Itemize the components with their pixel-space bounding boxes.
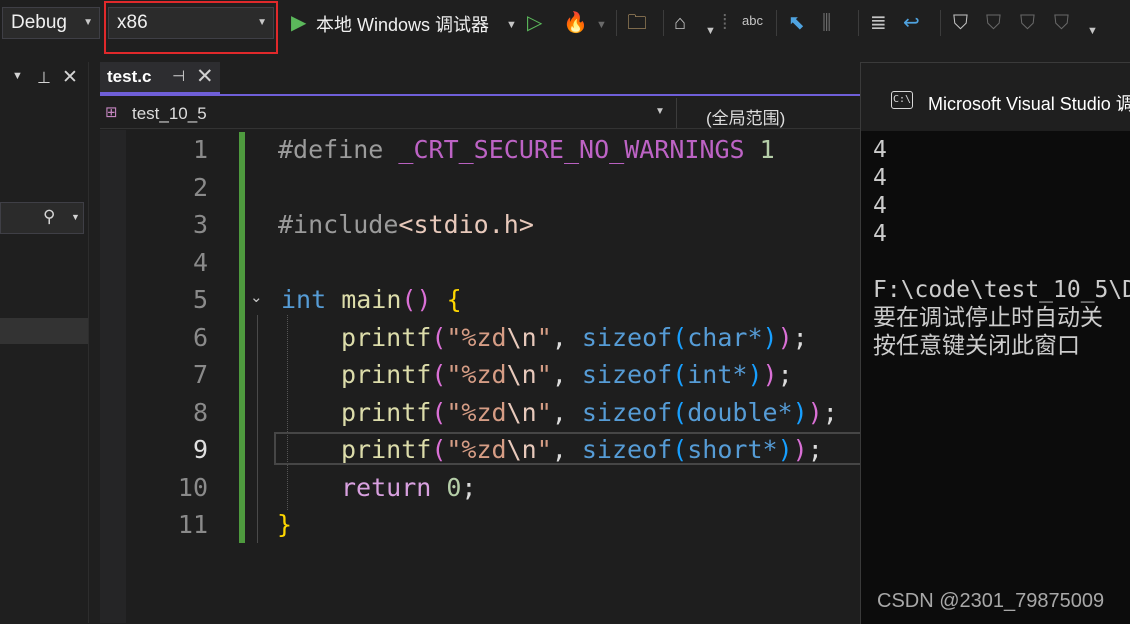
toolbar-separator [616, 10, 617, 36]
console-title-bar[interactable]: C:\ Microsoft Visual Studio 调 [861, 63, 1130, 131]
indent-icon[interactable]: ≣ [870, 10, 887, 36]
browser-link-icon[interactable]: ⌂ [674, 10, 686, 36]
chevron-down-icon[interactable]: ▼ [506, 12, 517, 38]
close-icon[interactable]: ✕ [196, 64, 214, 89]
platform-highlight-box [104, 1, 278, 54]
toolbar-separator [940, 10, 941, 36]
configuration-dropdown[interactable]: Debug ▼ [2, 7, 100, 39]
hot-reload-icon[interactable]: 🔥 [563, 10, 588, 36]
main-toolbar: Debug ▼ x86 ▼ ▶ 本地 Windows 调试器 ▼ ▷ 🔥 ▼ 🗀… [0, 0, 1130, 62]
console-line: 要在调试停止时自动关 [873, 305, 1103, 331]
console-line: 4 [873, 221, 887, 247]
solution-search-input[interactable]: ⚲ ▼ [0, 202, 84, 234]
console-line: 4 [873, 165, 887, 191]
tab-accent-line [100, 94, 860, 96]
toolbar-separator [663, 10, 664, 36]
console-line: F:\code\test_10_5\D [873, 277, 1130, 303]
console-line: 4 [873, 193, 887, 219]
spell-check-icon[interactable]: abc [742, 8, 763, 34]
code-line-1: #define _CRT_SECURE_NO_WARNINGS 1 [278, 135, 775, 164]
line-number: 5 [192, 285, 208, 314]
line-number: 11 [177, 510, 208, 539]
comment-lines-icon[interactable]: ↩ [903, 10, 920, 36]
line-number: 4 [192, 247, 208, 277]
console-icon: C:\ [891, 91, 913, 109]
console-line: 4 [873, 137, 887, 163]
editor-tab-strip: test.c ⊣ ✕ [100, 62, 860, 95]
chevron-down-icon[interactable]: ▼ [655, 106, 665, 117]
pin-icon[interactable]: ⊣ [172, 67, 185, 85]
start-debugger-button-label[interactable]: 本地 Windows 调试器 [316, 11, 489, 37]
code-editor[interactable]: 1 2 3 4 5 6 7 8 9 10 11 ⌄ #define _CRT_S… [100, 130, 860, 623]
nav-separator [676, 98, 677, 128]
pin-icon[interactable]: ⊥ [37, 68, 51, 88]
line-number: 6 [192, 322, 208, 352]
tab-test-c[interactable]: test.c ⊣ ✕ [100, 62, 220, 95]
code-line-6: printf("%zd\n", sizeof(char*)); [341, 322, 808, 352]
scope-dropdown[interactable]: (全局范围) [706, 104, 785, 129]
line-number: 10 [177, 472, 208, 502]
code-line-11: } [277, 510, 293, 539]
chevron-down-icon[interactable]: ▼ [705, 18, 716, 44]
scope-guide-line [257, 315, 258, 543]
navigation-bar: ⊞ test_10_5 ▼ (全局范围) [100, 98, 860, 129]
project-dropdown[interactable]: test_10_5 [132, 104, 207, 124]
chevron-down-icon[interactable]: ▼ [12, 70, 23, 82]
indent-guide-line [287, 315, 288, 510]
folder-search-icon[interactable]: 🗀 [627, 10, 647, 36]
configuration-value: Debug [11, 12, 67, 33]
line-number: 3 [192, 210, 208, 239]
select-cursor-icon[interactable]: ⬉ [788, 10, 805, 36]
watermark: CSDN @2301_79875009 [877, 590, 1105, 612]
current-line-number: 9 [192, 435, 208, 464]
toolbar-separator [858, 10, 859, 36]
previous-bookmark-icon[interactable]: ⛉ [986, 10, 1001, 36]
line-number: 2 [192, 172, 208, 202]
chevron-down-icon: ▼ [83, 17, 93, 28]
console-line: 按任意键关闭此窗口 [873, 333, 1080, 359]
chevron-down-icon[interactable]: ▼ [71, 212, 80, 222]
tab-label: test.c [107, 67, 152, 86]
console-output: 4 4 4 4 F:\code\test_10_5\D 要在调试停止时自动关 按任意键关闭此… [873, 136, 1130, 360]
bookmark-icon[interactable]: ⛉ [953, 10, 968, 36]
close-icon[interactable]: ✕ [62, 66, 78, 89]
next-bookmark-icon[interactable]: ⛉ [1020, 10, 1035, 36]
console-title: Microsoft Visual Studio 调 [928, 94, 1130, 114]
c-file-icon: ⊞ [105, 104, 118, 121]
code-line-5: int main() { [281, 285, 462, 314]
line-number: 1 [192, 135, 208, 164]
chevron-down-icon[interactable]: ▼ [1087, 18, 1098, 44]
toolbar-separator [776, 10, 777, 36]
code-line-8: printf("%zd\n", sizeof(double*)); [341, 397, 838, 427]
code-line-9: printf("%zd\n", sizeof(short*)); [341, 435, 823, 464]
debug-console-window[interactable]: C:\ Microsoft Visual Studio 调 4 4 4 4 F:\cod… [860, 62, 1130, 624]
code-line-3: #include<stdio.h> [278, 210, 534, 239]
change-tracking-bar [239, 132, 245, 543]
start-without-debugging-icon[interactable]: ▷ [527, 10, 542, 36]
chevron-down-icon[interactable]: ▼ [596, 12, 607, 38]
line-number: 7 [192, 360, 208, 389]
code-line-10: return 0; [341, 472, 477, 502]
clear-bookmarks-icon[interactable]: ⛉ [1054, 10, 1069, 36]
class-view-icon[interactable]: ⫼ [822, 10, 831, 36]
line-number: 8 [192, 397, 208, 427]
selected-tree-item[interactable] [0, 318, 88, 344]
collapse-chevron-icon[interactable]: ⌄ [250, 288, 263, 306]
toolbar-grip-icon: ⁞ [722, 12, 728, 34]
code-line-7: printf("%zd\n", sizeof(int*)); [341, 360, 793, 389]
solution-explorer-panel: ▼ ⊥ ✕ ⚲ ▼ [0, 62, 89, 623]
start-debugging-icon[interactable]: ▶ [291, 10, 306, 36]
search-icon: ⚲ [43, 207, 56, 226]
